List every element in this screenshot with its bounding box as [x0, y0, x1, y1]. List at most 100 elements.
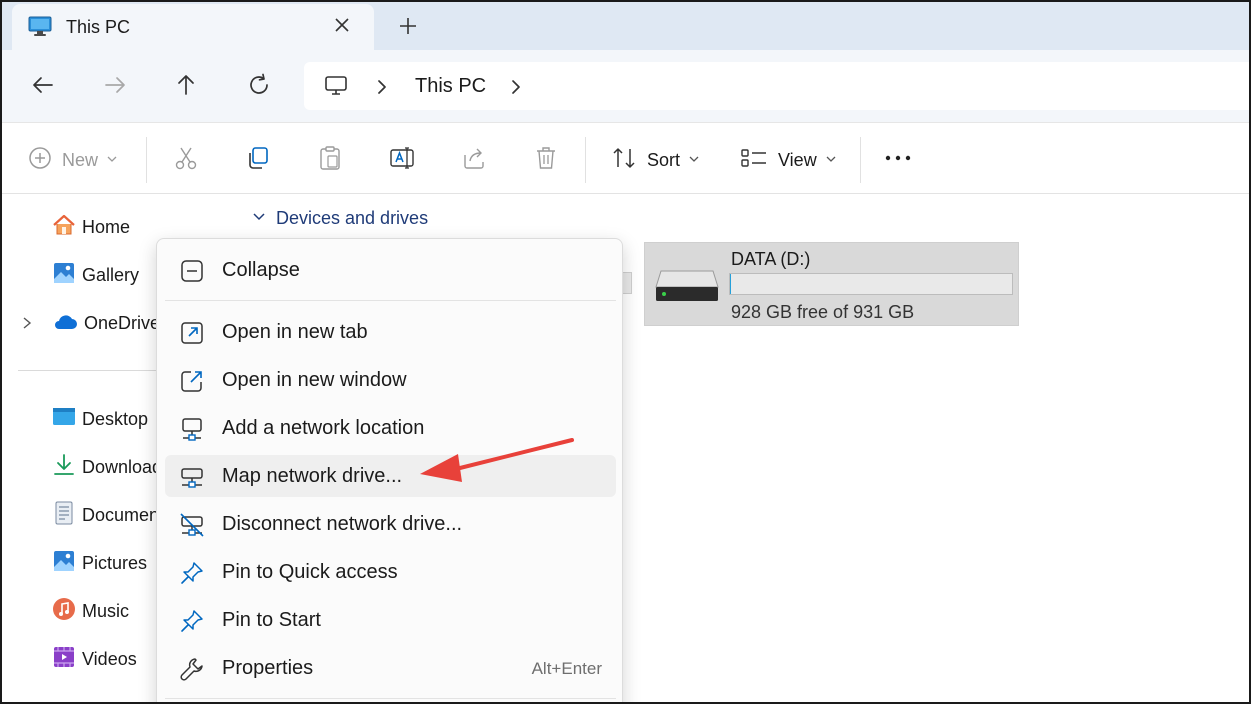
menu-item-label: Pin to Start: [222, 609, 321, 631]
menu-item-label: Add a network location: [222, 417, 425, 439]
disconnect-network-drive-icon: [179, 512, 205, 538]
chevron-down-icon: [688, 151, 700, 169]
toolbar-divider: [860, 137, 861, 183]
chevron-down-icon: [252, 210, 266, 228]
sidebar-item-downloads[interactable]: Downloads: [52, 453, 171, 481]
hard-drive-icon: [655, 269, 719, 308]
cloud-icon: [52, 311, 78, 336]
menu-divider: [165, 698, 616, 699]
gallery-icon: [52, 261, 76, 290]
sidebar-item-music[interactable]: Music: [52, 597, 129, 625]
sidebar-item-videos[interactable]: Videos: [52, 645, 137, 673]
desktop-folder-icon: [52, 406, 76, 433]
file-explorer-window: This PC This PC New Sort View Home Galle…: [0, 0, 1251, 704]
drive-usage-fill: [730, 274, 731, 294]
command-bar: New Sort View: [2, 122, 1249, 194]
menu-item-disconnect-network-drive[interactable]: Disconnect network drive...: [165, 503, 616, 545]
chevron-right-icon[interactable]: [374, 78, 390, 101]
collapse-icon: [179, 258, 205, 284]
drive-name: DATA (D:): [731, 249, 811, 269]
sort-button[interactable]: Sort: [611, 147, 700, 173]
copy-button[interactable]: [245, 145, 271, 176]
chevron-right-icon[interactable]: [20, 315, 34, 336]
open-new-window-icon: [179, 368, 205, 394]
music-icon: [52, 597, 76, 626]
sidebar-item-documents[interactable]: Documents: [52, 501, 173, 529]
menu-item-properties[interactable]: Properties Alt+Enter: [165, 647, 616, 689]
rename-icon: [389, 145, 415, 176]
home-icon: [52, 213, 76, 242]
pin-icon: [179, 560, 205, 586]
breadcrumb-this-pc[interactable]: This PC: [415, 75, 486, 98]
sort-icon: [611, 145, 637, 176]
more-dots-icon: [884, 145, 912, 176]
new-tab-icon[interactable]: [396, 14, 420, 38]
copy-icon: [245, 145, 271, 176]
address-bar[interactable]: This PC: [304, 62, 1249, 110]
menu-item-label: Collapse: [222, 259, 300, 281]
menu-divider: [165, 300, 616, 301]
toolbar-divider: [585, 137, 586, 183]
scissors-icon: [173, 145, 199, 176]
menu-item-open-new-window[interactable]: Open in new window: [165, 359, 616, 401]
drive-free-space: 928 GB free of 931 GB: [731, 302, 915, 322]
paste-button[interactable]: [317, 145, 343, 176]
menu-item-label: Open in new window: [222, 369, 407, 391]
menu-item-open-new-tab[interactable]: Open in new tab: [165, 311, 616, 353]
drive-tile-data[interactable]: DATA (D:) 928 GB free of 931 GB: [644, 242, 1019, 326]
close-tab-icon[interactable]: [330, 13, 354, 37]
menu-item-shortcut: Alt+Enter: [531, 659, 602, 678]
view-button-label: View: [778, 149, 817, 170]
sidebar-item-label: Pictures: [82, 552, 148, 573]
up-arrow-icon[interactable]: [173, 72, 199, 98]
more-options-button[interactable]: [884, 147, 912, 173]
wrench-icon: [179, 656, 205, 682]
delete-button[interactable]: [533, 145, 559, 176]
sidebar-item-label: Videos: [82, 648, 137, 669]
computer-icon: [324, 74, 348, 103]
sidebar-item-desktop[interactable]: Desktop: [52, 405, 148, 433]
chevron-right-icon[interactable]: [508, 78, 524, 101]
cut-button[interactable]: [173, 147, 199, 173]
chevron-down-icon: [825, 151, 837, 169]
menu-item-pin-quick-access[interactable]: Pin to Quick access: [165, 551, 616, 593]
rename-button[interactable]: [389, 145, 415, 176]
open-new-tab-icon: [179, 320, 205, 346]
section-header-devices[interactable]: Devices and drives: [252, 208, 428, 229]
sidebar-item-pictures[interactable]: Pictures: [52, 549, 147, 577]
new-button-label: New: [62, 149, 99, 170]
clipboard-icon: [317, 145, 343, 176]
sidebar-item-gallery[interactable]: Gallery: [52, 261, 139, 289]
sidebar-item-label: Desktop: [82, 408, 149, 429]
sidebar-item-onedrive[interactable]: OneDrive: [52, 309, 160, 337]
monitor-icon: [28, 16, 52, 43]
plus-circle-icon: [28, 146, 52, 175]
sidebar-item-label: Home: [82, 216, 131, 237]
forward-arrow-icon[interactable]: [102, 72, 128, 98]
view-list-icon: [740, 145, 768, 176]
video-icon: [52, 645, 76, 674]
menu-item-pin-start[interactable]: Pin to Start: [165, 599, 616, 641]
sidebar-item-label: Gallery: [82, 264, 140, 285]
map-network-drive-icon: [179, 464, 205, 490]
new-button[interactable]: New: [28, 146, 118, 175]
sidebar-item-label: Music: [82, 600, 130, 621]
chevron-down-icon: [106, 151, 118, 169]
annotation-arrow-icon: [420, 438, 574, 482]
navigation-bar: This PC: [2, 50, 1249, 122]
sidebar-item-home[interactable]: Home: [52, 213, 130, 241]
share-icon: [461, 145, 487, 176]
share-button[interactable]: [461, 147, 487, 173]
trash-icon: [533, 145, 559, 176]
refresh-icon[interactable]: [246, 72, 272, 98]
tab-this-pc[interactable]: This PC: [12, 4, 374, 50]
sidebar-item-label: OneDrive: [84, 312, 161, 333]
back-arrow-icon[interactable]: [30, 72, 56, 98]
document-icon: [52, 501, 76, 530]
network-location-icon: [179, 416, 205, 442]
pin-icon: [179, 608, 205, 634]
menu-item-collapse[interactable]: Collapse: [165, 249, 616, 291]
tab-bar: This PC: [2, 2, 1249, 50]
sort-button-label: Sort: [647, 149, 681, 170]
view-button[interactable]: View: [740, 147, 837, 173]
